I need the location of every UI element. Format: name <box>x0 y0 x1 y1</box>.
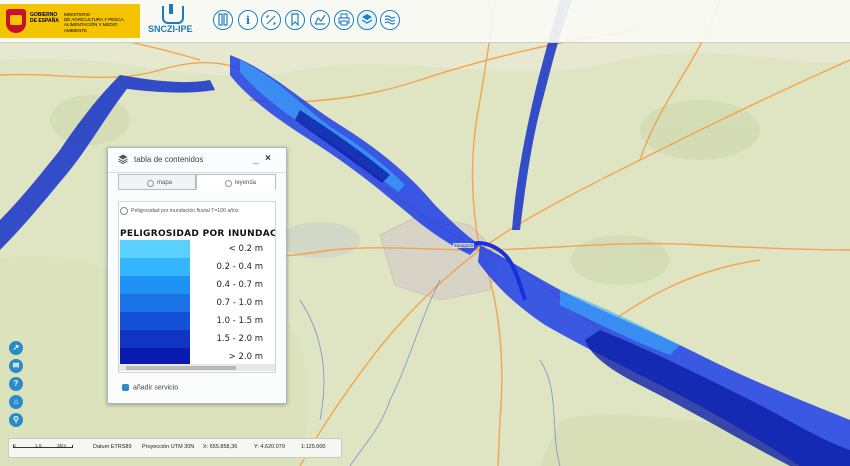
tab-leyenda[interactable]: leyenda <box>196 174 276 190</box>
home-button[interactable]: ⌂ <box>9 395 23 409</box>
share-icon: ↗ <box>12 343 20 352</box>
print-tool[interactable] <box>334 10 354 30</box>
panel-icon <box>218 13 228 26</box>
minimize-button[interactable]: _ <box>253 154 259 165</box>
info-icon: i <box>245 14 251 27</box>
tab-mapa[interactable]: mapa <box>118 174 196 190</box>
legend-content[interactable]: Peligrosidad por inundación fluvial T=10… <box>118 201 276 373</box>
datum-label: Datum ETRS89 <box>93 444 132 450</box>
scale-label: 1.5 <box>35 444 42 449</box>
globe-icon <box>147 179 154 187</box>
ministry-label: MINISTERIO DE AGRICULTURA Y PESCA, ALIME… <box>64 12 125 33</box>
close-button[interactable]: × <box>265 153 271 164</box>
map-label-city: Zaragoza <box>453 243 475 248</box>
toc-title: tabla de contenidos <box>134 155 204 164</box>
toc-panel[interactable]: tabla de contenidos _ × mapa leyenda Pel… <box>107 147 287 404</box>
scale-label: 3km <box>57 444 67 449</box>
legend-title: PELIGROSIDAD POR INUNDACI <box>120 229 276 239</box>
y-coordinate: Y: 4.620.079 <box>254 444 285 450</box>
coat-of-arms-icon <box>6 9 26 33</box>
app-logo[interactable]: SNCZI-IPE <box>148 4 198 36</box>
home-icon: ⌂ <box>13 397 19 406</box>
layers-icon <box>118 154 128 164</box>
legend-swatch <box>120 294 190 312</box>
legend-swatch <box>120 312 190 330</box>
top-bar: GOBIERNO DE ESPAÑA MINISTERIO DE AGRICUL… <box>0 0 850 43</box>
toc-header[interactable]: tabla de contenidos _ × <box>108 148 286 173</box>
legend-swatch <box>120 258 190 276</box>
legend-class-label: 0.7 - 1.0 m <box>216 298 264 308</box>
add-service-button[interactable]: añadir servicio <box>122 384 178 391</box>
profile-tool[interactable] <box>310 10 330 30</box>
zoom-icon: ⚲ <box>13 415 19 424</box>
legend-swatch <box>120 240 190 258</box>
add-service-icon <box>122 384 129 391</box>
legend-swatch <box>120 276 190 294</box>
legend-icon <box>225 179 232 187</box>
app-name: SNCZI-IPE <box>148 24 193 34</box>
legend-class-label: 0.2 - 0.4 m <box>216 262 264 272</box>
measure-icon <box>266 15 276 25</box>
layers-tool[interactable] <box>357 10 377 30</box>
legend-class-label: < 0.2 m <box>228 244 263 254</box>
scrollbar-thumb[interactable] <box>126 366 236 370</box>
help-icon: ? <box>13 379 19 388</box>
legend-class-label: 0.4 - 0.7 m <box>216 280 264 290</box>
water-icon <box>384 15 396 25</box>
legend-class-label: 1.0 - 1.5 m <box>216 316 264 326</box>
help-button[interactable]: ? <box>9 377 23 391</box>
zoom-button[interactable]: ⚲ <box>9 413 23 427</box>
bookmark-icon <box>291 13 299 26</box>
bookmark-tool[interactable] <box>285 10 305 30</box>
legend-class-label: 1.5 - 2.0 m <box>216 334 264 344</box>
water-tool[interactable] <box>380 10 400 30</box>
x-coordinate: X: 655.858,36 <box>203 444 238 450</box>
legend-class-label: > 2.0 m <box>228 352 263 362</box>
mail-icon: ✉ <box>12 361 20 370</box>
mail-button[interactable]: ✉ <box>9 359 23 373</box>
layer-name: Peligrosidad por inundación fluvial T=10… <box>131 208 239 214</box>
info-tool[interactable]: i <box>238 10 258 30</box>
projection-label: Proyección UTM 30N <box>142 444 195 450</box>
profile-icon <box>314 14 326 25</box>
map-scale: 1:125.000 <box>301 444 326 450</box>
measure-tool[interactable] <box>261 10 281 30</box>
layers-panel-tool[interactable] <box>213 10 233 30</box>
print-icon <box>338 13 350 26</box>
government-logo[interactable]: GOBIERNO DE ESPAÑA MINISTERIO DE AGRICUL… <box>0 4 140 38</box>
legend-swatch <box>120 330 190 348</box>
share-button[interactable]: ↗ <box>9 341 23 355</box>
layer-info-icon[interactable] <box>120 207 128 215</box>
status-bar: 0 1.5 3km Datum ETRS89 Proyección UTM 30… <box>8 438 342 458</box>
horizontal-scrollbar[interactable] <box>119 364 275 371</box>
scale-label: 0 <box>13 444 16 449</box>
layers-icon <box>361 14 373 24</box>
gov-label: GOBIERNO DE ESPAÑA <box>30 12 59 24</box>
app-logo-icon <box>162 4 184 24</box>
